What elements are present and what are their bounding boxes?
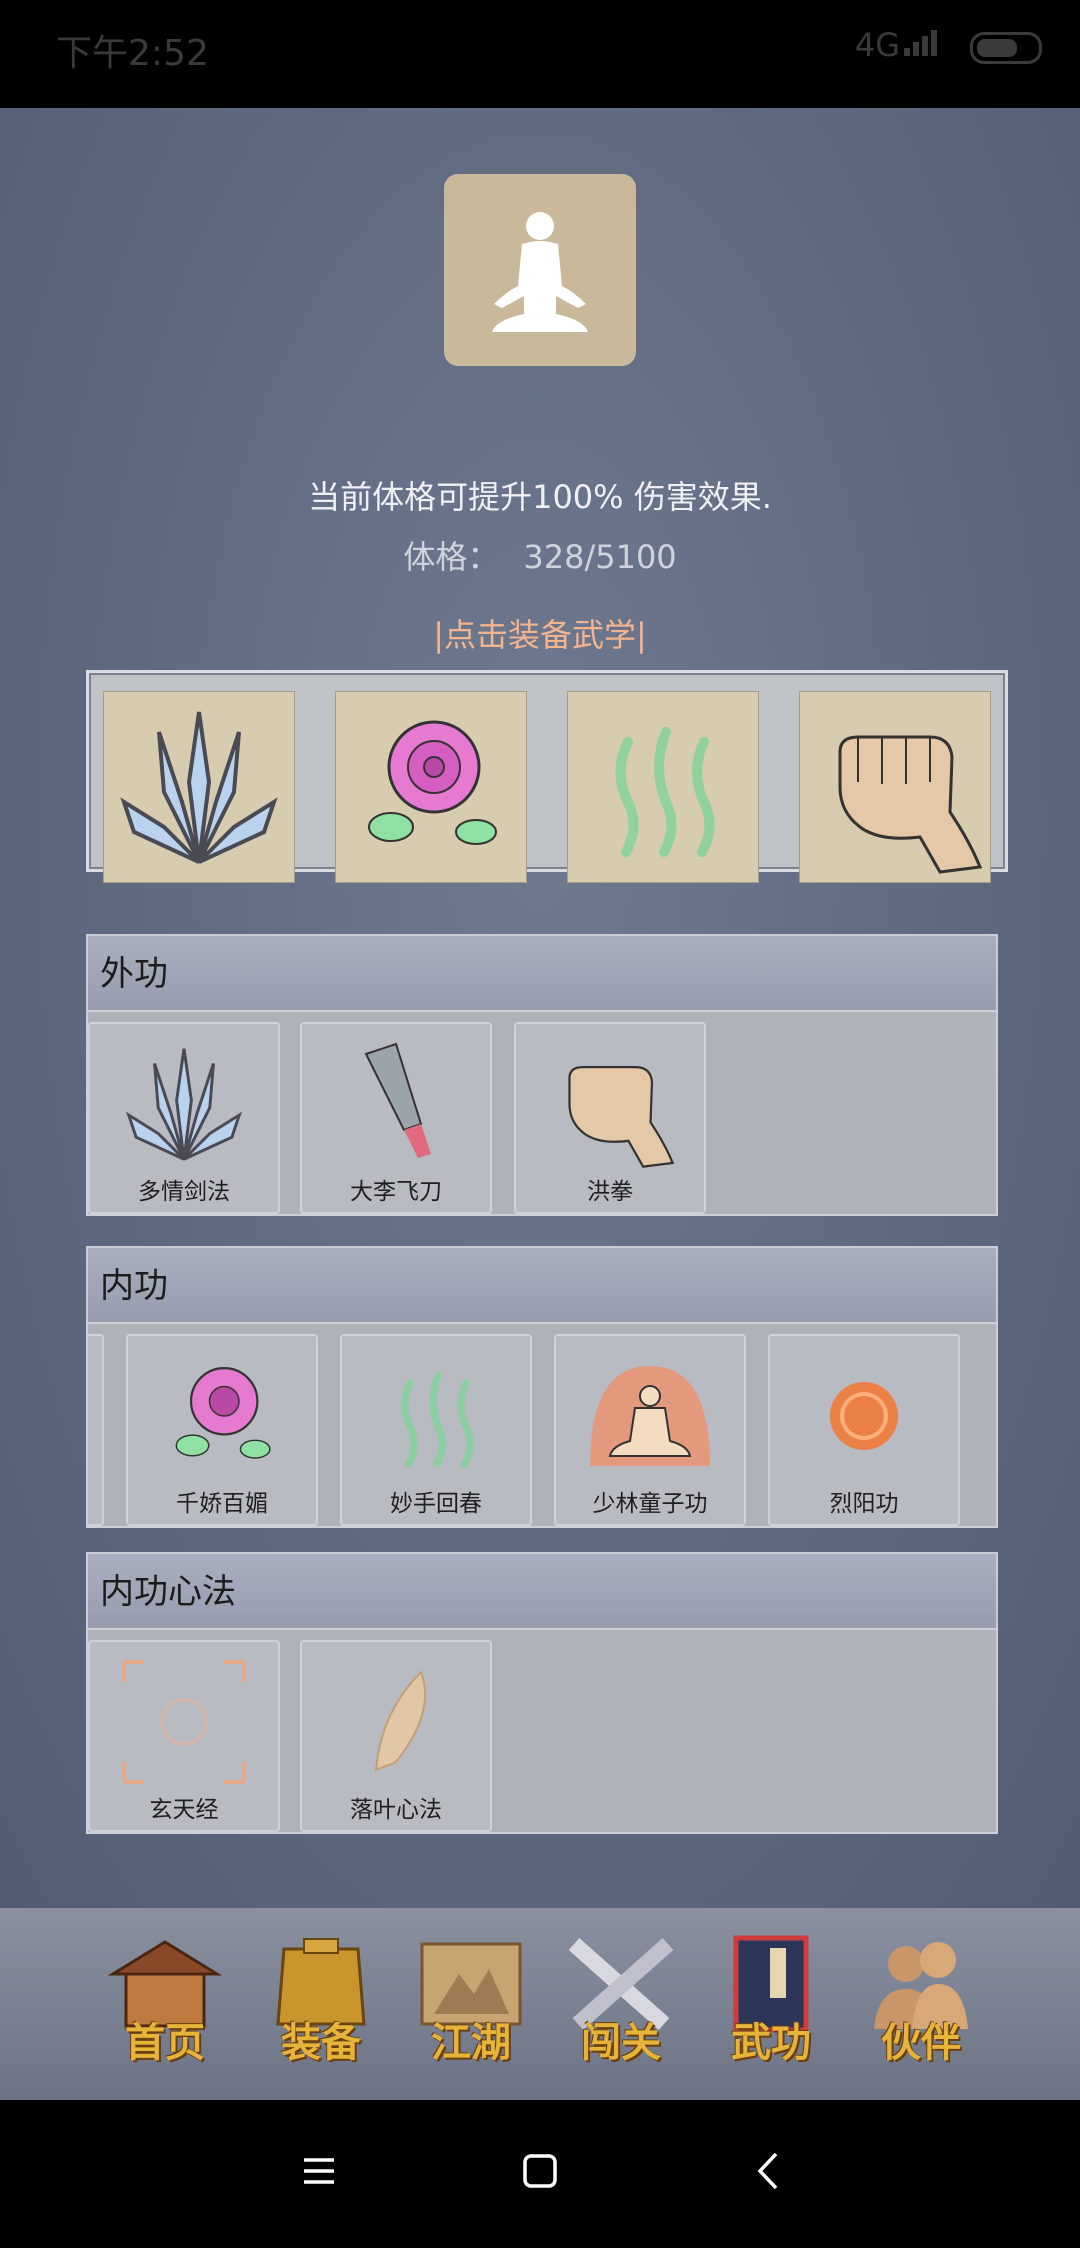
nav-partners-label: 伙伴 — [881, 2019, 961, 2066]
section-mind-title: 内功心法 — [100, 1572, 236, 1612]
constitution-row: 体格： 328/5100 — [0, 532, 1080, 578]
skill-card[interactable]: 少林童子功 — [554, 1334, 746, 1526]
damage-info: 当前体格可提升100% 伤害效果. — [308, 478, 772, 516]
section-external-header: 外功 — [86, 934, 998, 1012]
skill-name: 落叶心法 — [350, 1797, 442, 1823]
meditating-figure-icon — [492, 212, 588, 332]
sword-fan-icon — [120, 711, 278, 864]
skill-card[interactable]: 玄天经 — [88, 1640, 280, 1832]
skill-card[interactable]: 洪拳 — [514, 1022, 706, 1214]
constitution-value: 328/5100 — [523, 538, 677, 576]
rose-icon — [368, 720, 497, 845]
skill-name: 多情剑法 — [138, 1179, 230, 1205]
skill-card[interactable]: 多情剑法 — [88, 1022, 280, 1214]
fist-icon — [568, 1066, 675, 1168]
sword-fan-icon — [126, 1048, 242, 1161]
nav-partners[interactable]: 伙伴 — [856, 1934, 986, 2066]
equipped-slot-2[interactable] — [335, 691, 527, 883]
equipped-slot-4[interactable] — [799, 691, 991, 883]
skill-name: 千娇百媚 — [176, 1491, 268, 1517]
bottom-nav: 首页 装备 江湖 闯关 武功 伙伴 — [0, 1908, 1080, 2100]
status-bar: 下午2:52 4G — [0, 0, 1080, 108]
equipped-slots — [86, 670, 1008, 883]
nav-challenge-label: 闯关 — [581, 2019, 661, 2066]
martial-arts-screen: 当前体格可提升100% 伤害效果. 体格： 328/5100 |点击装备武学| — [0, 108, 1080, 1908]
equip-martial-link[interactable]: |点击装备武学| — [0, 610, 1080, 656]
nav-martial[interactable]: 武功 — [706, 1934, 836, 2066]
nav-jianghu[interactable]: 江湖 — [406, 1934, 536, 2066]
section-external-title: 外功 — [100, 954, 168, 994]
skill-name: 妙手回春 — [390, 1491, 482, 1517]
equipped-slot-3[interactable] — [567, 691, 759, 883]
constitution-label: 体格： — [403, 538, 500, 576]
skill-name: 玄天经 — [149, 1797, 219, 1823]
sun-orb-icon — [830, 1382, 898, 1450]
nav-home[interactable]: 首页 — [100, 1934, 230, 2066]
nav-challenge[interactable]: 闯关 — [556, 1934, 686, 2066]
skill-name: 洪拳 — [587, 1179, 633, 1205]
skill-card[interactable]: 妙手回春 — [340, 1334, 532, 1526]
fist-icon — [838, 735, 983, 874]
system-nav-bar — [0, 2100, 1080, 2248]
skill-name: 少林童子功 — [592, 1491, 708, 1517]
nav-equipment-label: 装备 — [281, 2019, 361, 2066]
skill-card[interactable]: 落叶心法 — [300, 1640, 492, 1832]
section-external-list: 多情剑法 大李飞刀 洪拳 — [86, 1010, 998, 1216]
meditating-monk-icon — [590, 1366, 710, 1466]
signal-icon — [904, 30, 937, 56]
back-icon[interactable] — [744, 2146, 794, 2196]
section-internal-list: 千娇百媚 妙手回春 少林童子功 烈阳功 — [86, 1322, 998, 1528]
flying-knife-icon — [364, 1042, 431, 1158]
leaf-icon — [374, 1670, 427, 1772]
network-type: 4G — [854, 26, 900, 64]
skill-name: 烈阳功 — [829, 1491, 899, 1517]
rose-icon — [175, 1367, 271, 1459]
menu-icon[interactable] — [294, 2146, 344, 2196]
skill-card-partial[interactable] — [88, 1334, 104, 1526]
section-internal-header: 内功 — [86, 1246, 998, 1324]
battery-icon — [970, 32, 1042, 64]
skill-card[interactable]: 大李飞刀 — [300, 1022, 492, 1214]
skill-name: 大李飞刀 — [350, 1179, 442, 1205]
nav-home-label: 首页 — [125, 2019, 205, 2066]
xuan-scroll-icon — [122, 1660, 246, 1784]
nav-martial-label: 武功 — [731, 2019, 811, 2066]
skill-card[interactable]: 千娇百媚 — [126, 1334, 318, 1526]
nav-jianghu-label: 江湖 — [431, 2019, 511, 2066]
equipped-slot-1[interactable] — [103, 691, 295, 883]
section-mind-list: 玄天经 落叶心法 — [86, 1628, 998, 1834]
section-internal-title: 内功 — [100, 1266, 168, 1306]
section-mind-header: 内功心法 — [86, 1552, 998, 1630]
skill-card[interactable]: 烈阳功 — [768, 1334, 960, 1526]
status-time: 下午2:52 — [56, 33, 209, 74]
nav-equipment[interactable]: 装备 — [256, 1934, 386, 2066]
green-qi-icon — [401, 1371, 474, 1468]
avatar[interactable] — [444, 174, 636, 366]
green-qi-icon — [615, 727, 715, 857]
home-square-icon[interactable] — [515, 2146, 565, 2196]
